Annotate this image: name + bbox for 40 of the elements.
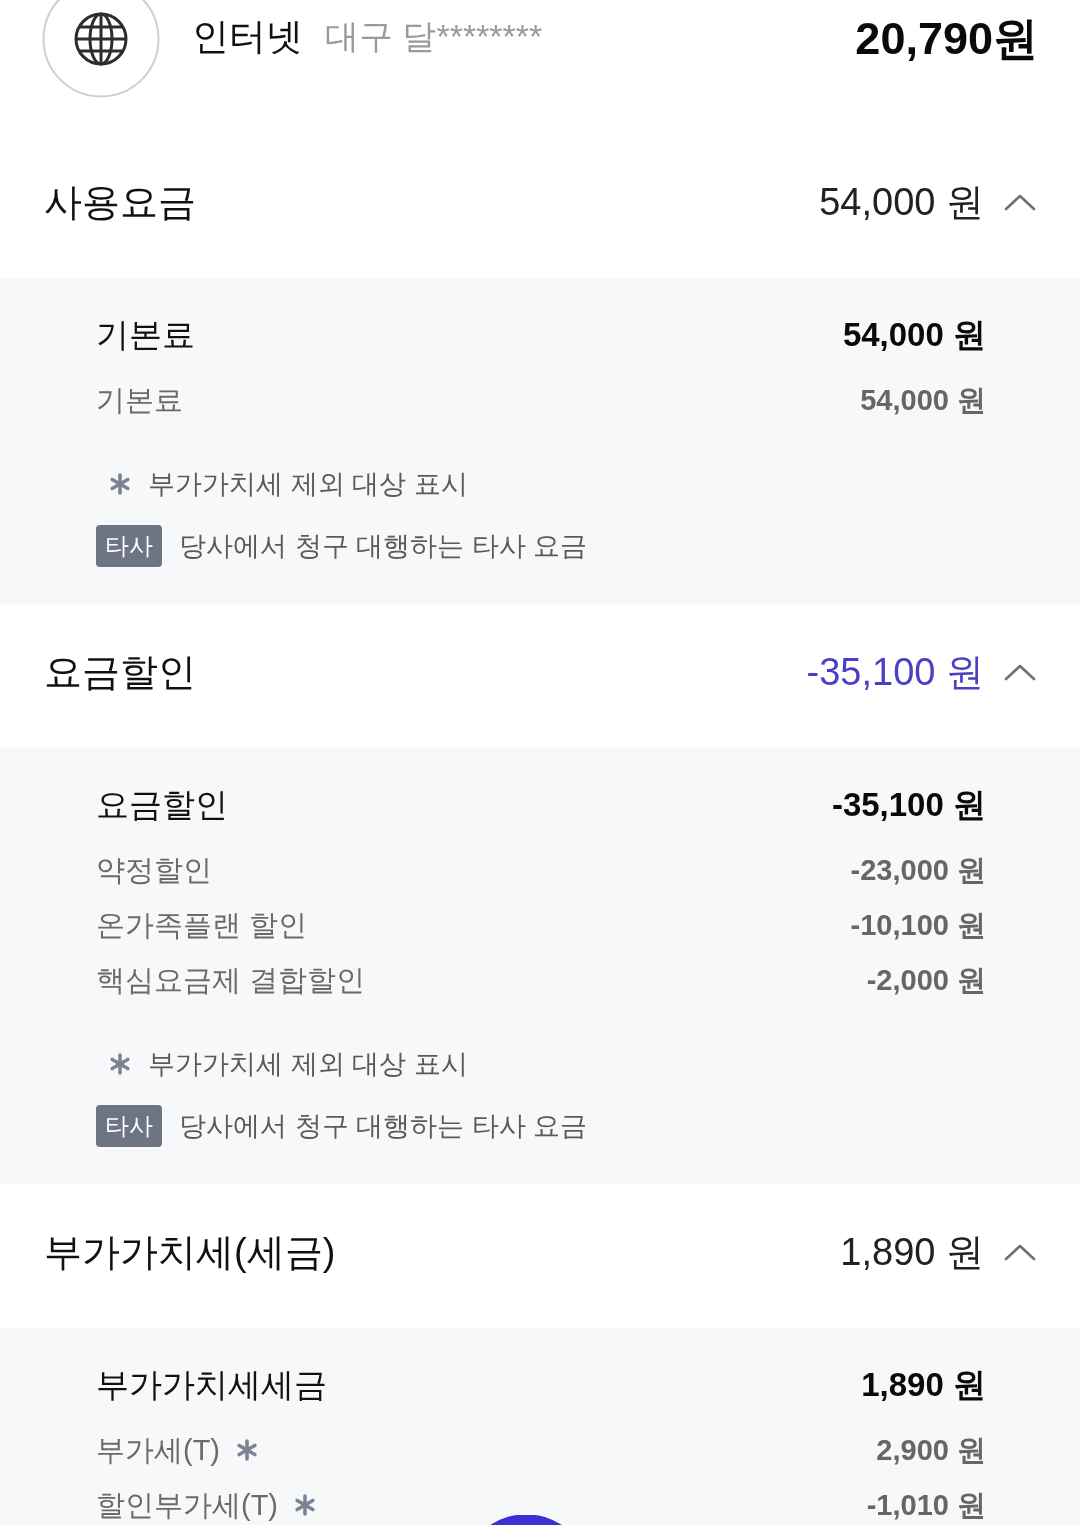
detail-amount: -35,100 원 xyxy=(831,785,986,825)
carrier-tag: 타사 xyxy=(96,1105,162,1147)
detail-title: 부가가치세세금 xyxy=(96,1365,327,1405)
item-amount: -1,010 원 xyxy=(866,1488,986,1523)
legend-text: 부가가치세 제외 대상 표시 xyxy=(148,468,468,501)
item-label: 부가세(T) xyxy=(96,1433,221,1468)
chevron-up-icon[interactable] xyxy=(1004,663,1036,681)
item-label: 온가족플랜 할인 xyxy=(96,908,308,943)
item-label: 할인부가세(T) xyxy=(96,1488,279,1523)
total-amount: 20,790원 xyxy=(855,12,1038,66)
account-text: 대구 달******** xyxy=(325,16,543,57)
item-amount: -2,000 원 xyxy=(866,963,986,998)
asterisk-icon xyxy=(109,1053,131,1075)
item-label: 기본료 xyxy=(96,383,183,418)
section-title: 부가가치세(세금) xyxy=(44,1230,336,1275)
chevron-up-icon[interactable] xyxy=(1004,193,1036,211)
section-amount: -35,100 원 xyxy=(806,650,984,695)
item-label: 핵심요금제 결합할인 xyxy=(96,963,366,998)
detail-title: 요금할인 xyxy=(96,785,228,825)
section-amount: 54,000 원 xyxy=(819,180,984,225)
section-title: 사용요금 xyxy=(44,180,196,225)
legend-text: 부가가치세 제외 대상 표시 xyxy=(148,1048,468,1081)
section-title: 요금할인 xyxy=(44,650,196,695)
asterisk-icon xyxy=(109,473,131,495)
item-amount: 54,000 원 xyxy=(860,383,986,418)
legend-text: 당사에서 청구 대행하는 타사 요금 xyxy=(179,530,587,563)
item-amount: -23,000 원 xyxy=(850,853,986,888)
floating-action-button[interactable] xyxy=(490,1515,562,1525)
item-amount: -10,100 원 xyxy=(850,908,986,943)
item-amount: 2,900 원 xyxy=(876,1433,986,1468)
chevron-up-icon[interactable] xyxy=(1004,1243,1036,1261)
section-amount: 1,890 원 xyxy=(840,1230,984,1275)
globe-icon xyxy=(42,0,160,98)
detail-amount: 1,890 원 xyxy=(861,1365,986,1405)
detail-amount: 54,000 원 xyxy=(842,315,986,355)
item-label: 약정할인 xyxy=(96,853,212,888)
carrier-tag: 타사 xyxy=(96,525,162,567)
detail-title: 기본료 xyxy=(96,315,195,355)
legend-text: 당사에서 청구 대행하는 타사 요금 xyxy=(179,1110,587,1143)
service-name: 인터넷 xyxy=(192,15,303,59)
